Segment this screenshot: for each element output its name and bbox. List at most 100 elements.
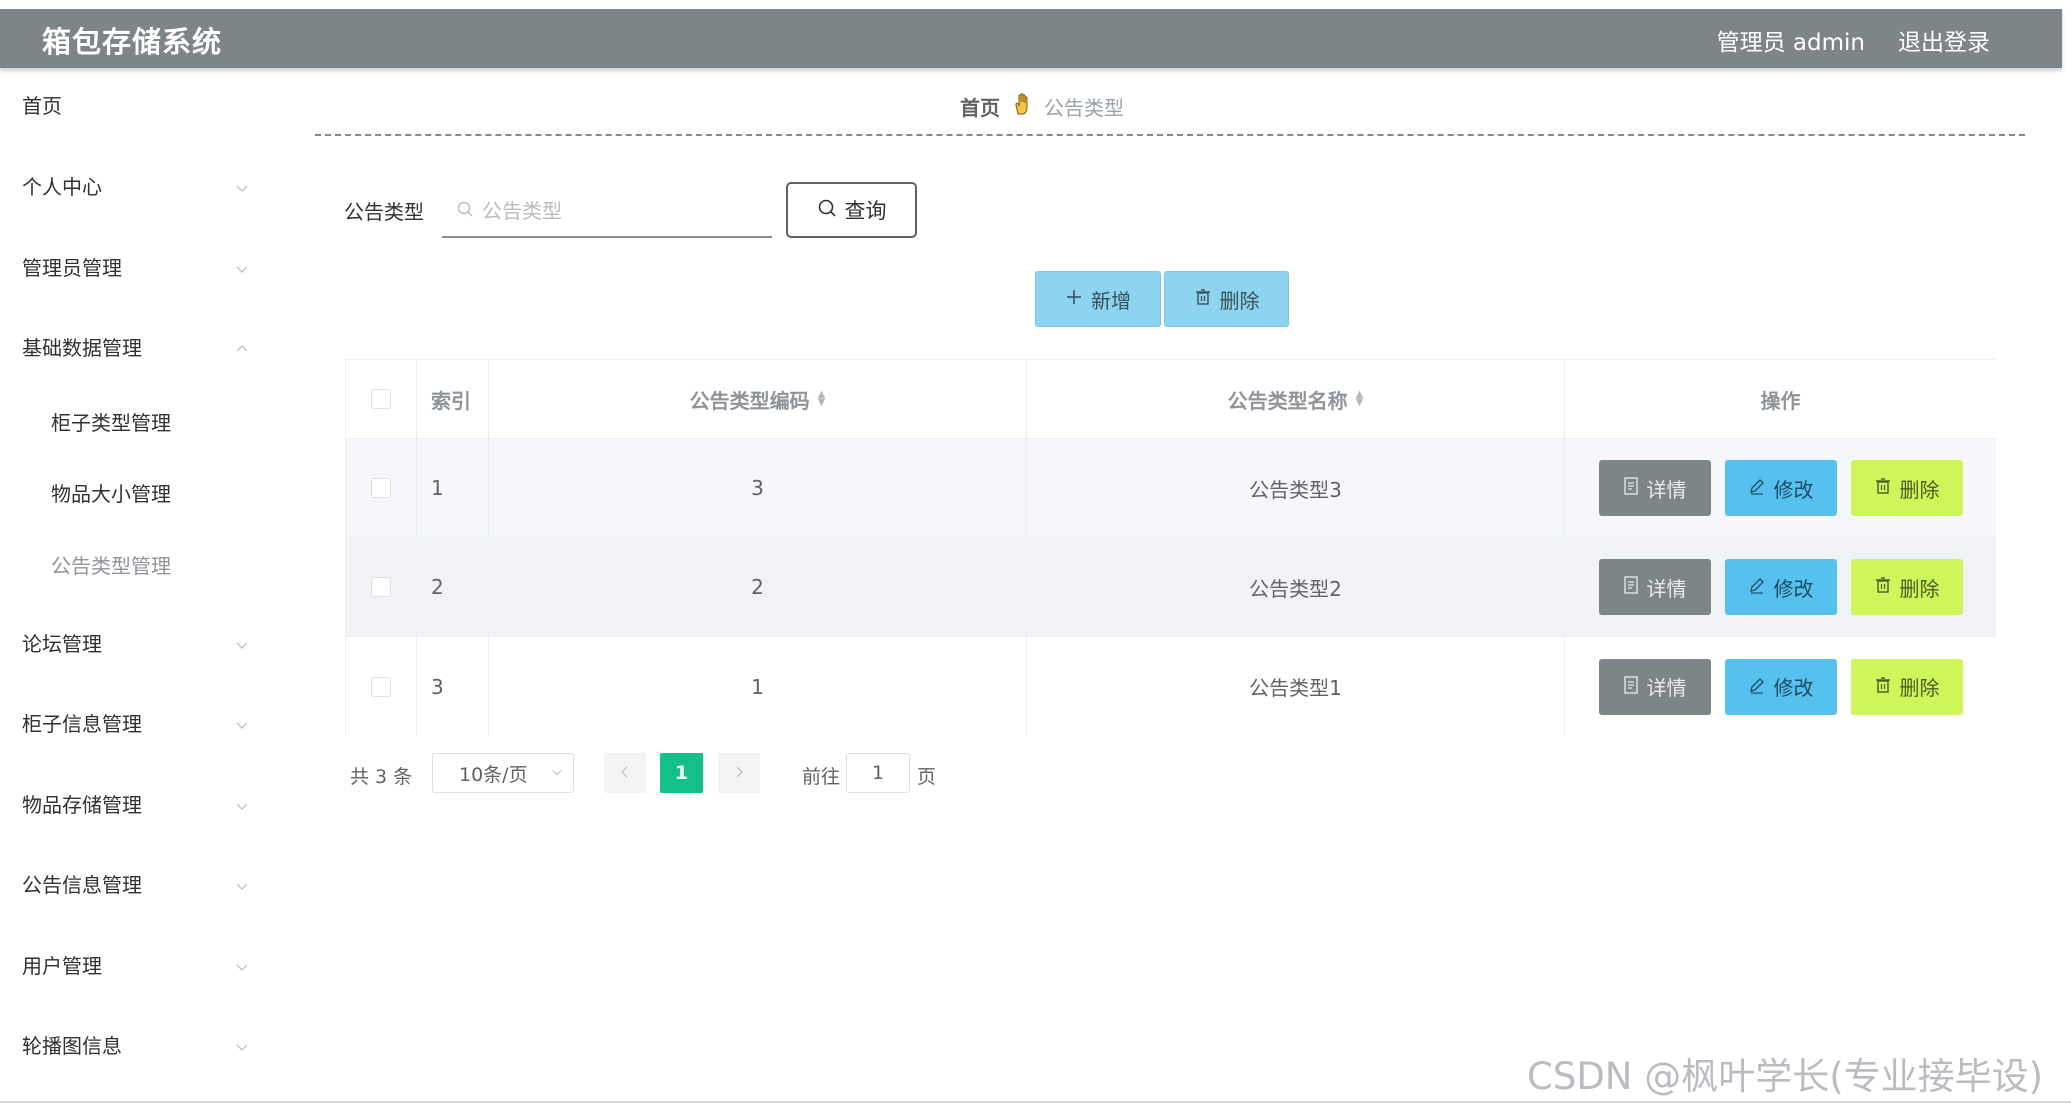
edit-button[interactable]: 修改 [1724, 559, 1837, 615]
query-button[interactable]: 查询 [786, 182, 917, 238]
chevron-down-icon [234, 1026, 250, 1066]
table-row: 2 2 公告类型2 详情 修改 删除 [346, 538, 1996, 637]
breadcrumb-home[interactable]: 首页 [960, 92, 1000, 121]
edit-button[interactable]: 修改 [1724, 460, 1837, 516]
sort-icon: ▲ ▼ [1355, 389, 1364, 408]
detail-button[interactable]: 详情 [1598, 460, 1711, 516]
trash-icon [1194, 287, 1212, 311]
row-checkbox[interactable] [371, 478, 391, 498]
column-header-code[interactable]: 公告类型编码 ▲ ▼ [489, 360, 1027, 438]
trash-icon [1874, 675, 1892, 699]
sidebar-item-label: 物品存储管理 [22, 793, 142, 817]
sidebar-item-label: 管理员管理 [22, 256, 122, 280]
breadcrumb: 首页 公告类型 [960, 92, 1124, 121]
cell-index: 1 [417, 439, 489, 537]
cell-name: 公告类型1 [1027, 637, 1565, 736]
row-checkbox[interactable] [371, 577, 391, 597]
sidebar-item-storage[interactable]: 物品存储管理 [22, 785, 250, 825]
page-number-current[interactable]: 1 [660, 753, 703, 793]
next-page-button[interactable] [718, 753, 760, 793]
sidebar-item-users[interactable]: 用户管理 [22, 946, 250, 986]
delete-button[interactable]: 删除 [1850, 559, 1963, 615]
detail-button[interactable]: 详情 [1598, 559, 1711, 615]
search-field [442, 186, 772, 238]
table-row: 3 1 公告类型1 详情 修改 删除 [346, 637, 1996, 736]
chevron-down-icon [234, 624, 250, 664]
column-header-actions: 操作 [1760, 388, 1801, 413]
document-icon [1623, 575, 1639, 599]
prev-page-button[interactable] [604, 753, 646, 793]
document-icon [1623, 476, 1639, 500]
cell-actions: 详情 修改 删除 [1565, 538, 1996, 636]
sidebar-item-home[interactable]: 首页 [22, 86, 250, 126]
chevron-down-icon [234, 167, 250, 207]
goto-label: 前往 [802, 766, 841, 788]
detail-button[interactable]: 详情 [1598, 658, 1711, 715]
edit-button[interactable]: 修改 [1724, 658, 1837, 715]
sidebar-item-notice-types[interactable]: 公告类型管理 [51, 546, 279, 586]
cell-index: 2 [417, 538, 489, 636]
search-input[interactable] [482, 199, 762, 223]
cell-name: 公告类型2 [1027, 538, 1565, 636]
column-header-index: 索引 [417, 360, 489, 438]
sidebar-item-label: 个人中心 [22, 175, 102, 199]
page-size-select[interactable]: 10条/页 [432, 753, 574, 793]
app-title: 箱包存储系统 [42, 25, 223, 59]
sidebar-item-cabinet-types[interactable]: 柜子类型管理 [51, 403, 279, 443]
sidebar-item-label: 基础数据管理 [22, 336, 142, 360]
logout-link[interactable]: 退出登录 [1898, 23, 1990, 57]
sidebar-item-label: 用户管理 [22, 954, 102, 978]
trash-icon [1874, 575, 1892, 599]
cell-name: 公告类型3 [1027, 439, 1565, 537]
sidebar-item-label: 公告类型管理 [51, 554, 171, 578]
add-button-label: 新增 [1091, 288, 1131, 313]
sidebar-item-base-data[interactable]: 基础数据管理 [22, 328, 250, 368]
chevron-down-icon [234, 785, 250, 825]
pencil-icon [1748, 675, 1766, 699]
search-label: 公告类型 [344, 200, 424, 224]
add-button[interactable]: 新增 [1035, 271, 1161, 327]
plus-icon [1065, 287, 1083, 311]
goto-page-input[interactable] [846, 753, 910, 793]
bottom-border [0, 1101, 2071, 1103]
sort-icon: ▲ ▼ [817, 389, 826, 408]
column-header-name[interactable]: 公告类型名称 ▲ ▼ [1027, 360, 1565, 438]
sidebar-item-notices[interactable]: 公告信息管理 [22, 865, 250, 905]
sidebar-item-label: 柜子类型管理 [51, 411, 171, 435]
table-header: 索引 公告类型编码 ▲ ▼ 公告类型名称 ▲ ▼ 操作 [346, 360, 1996, 439]
sidebar-item-label: 首页 [22, 94, 62, 118]
sidebar-item-label: 物品大小管理 [51, 482, 171, 506]
sidebar-item-forum[interactable]: 论坛管理 [22, 624, 250, 664]
select-all-checkbox[interactable] [371, 389, 391, 409]
batch-delete-button[interactable]: 删除 [1164, 271, 1289, 327]
cell-actions: 详情 修改 删除 [1565, 439, 1996, 537]
delete-button[interactable]: 删除 [1850, 460, 1963, 516]
delete-button[interactable]: 删除 [1850, 658, 1963, 715]
chevron-down-icon [234, 865, 250, 905]
table-row: 1 3 公告类型3 详情 修改 删除 [346, 439, 1996, 538]
sidebar-item-admins[interactable]: 管理员管理 [22, 248, 250, 288]
cell-index: 3 [417, 637, 489, 736]
sidebar-item-label: 公告信息管理 [22, 873, 142, 897]
search-icon [456, 200, 474, 222]
watermark: CSDN @枫叶学长(专业接毕设) [1527, 1055, 2044, 1098]
sidebar: 首页 个人中心 管理员管理 基础数据管理 柜子类型管理 物品大小管理 公告类型管… [0, 68, 270, 1105]
row-checkbox[interactable] [371, 676, 391, 697]
sidebar-item-item-sizes[interactable]: 物品大小管理 [51, 474, 279, 514]
sidebar-item-cabinet-info[interactable]: 柜子信息管理 [22, 704, 250, 744]
notice-type-table: 索引 公告类型编码 ▲ ▼ 公告类型名称 ▲ ▼ 操作 1 3 公告类型3 详情 修… [345, 359, 1996, 736]
chevron-down-icon [234, 946, 250, 986]
chevron-down-icon [234, 248, 250, 288]
trash-icon [1874, 476, 1892, 500]
sidebar-item-label: 柜子信息管理 [22, 712, 142, 736]
sidebar-item-carousel[interactable]: 轮播图信息 [22, 1026, 250, 1066]
sidebar-item-label: 论坛管理 [22, 632, 102, 656]
cell-actions: 详情 修改 删除 [1565, 637, 1996, 736]
pagination-total: 共 3 条 [350, 766, 413, 788]
sidebar-item-label: 轮播图信息 [22, 1034, 122, 1058]
page-suffix: 页 [917, 766, 937, 788]
cell-code: 1 [489, 637, 1027, 736]
sidebar-item-profile[interactable]: 个人中心 [22, 167, 250, 207]
query-button-label: 查询 [844, 199, 887, 223]
hand-icon [1012, 92, 1032, 121]
